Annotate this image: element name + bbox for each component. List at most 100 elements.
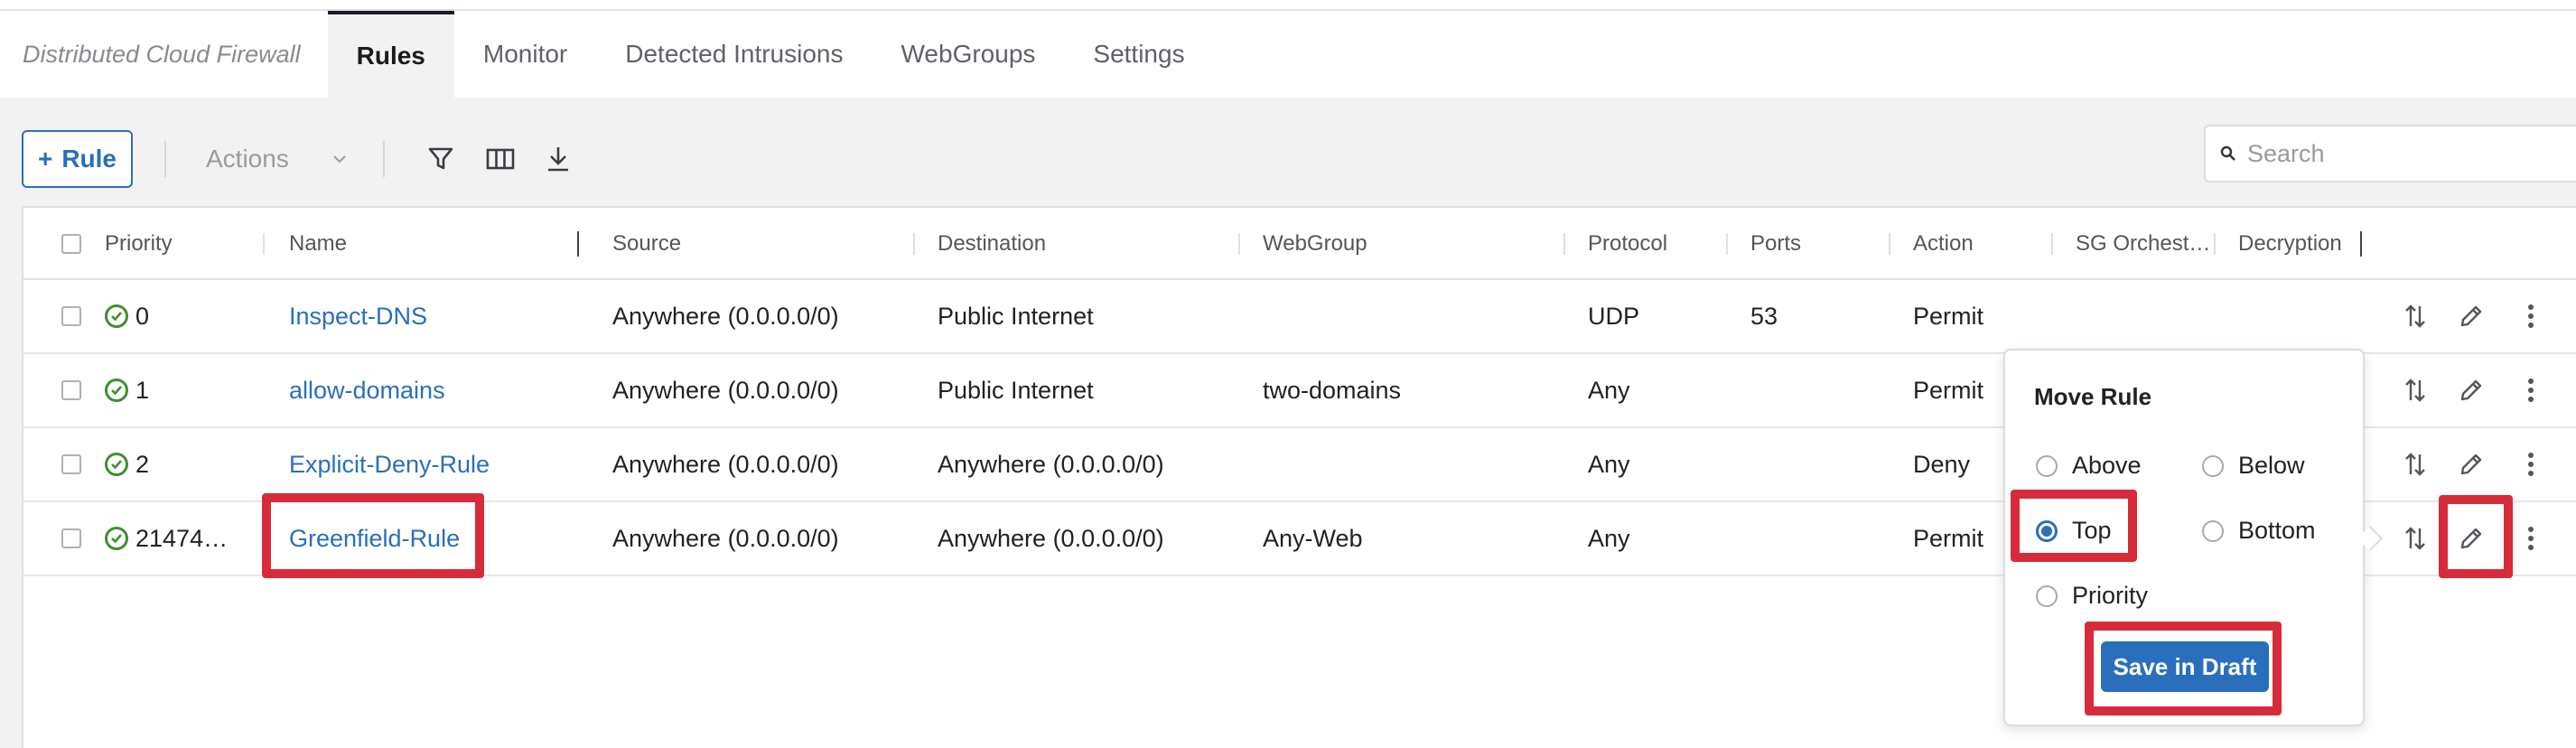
action-cell: Permit: [1913, 302, 1984, 330]
move-rule-icon[interactable]: [2397, 446, 2433, 482]
download-icon[interactable]: [540, 141, 576, 177]
column-header-webgroup[interactable]: WebGroup: [1263, 208, 1367, 280]
action-cell: Deny: [1913, 450, 1971, 478]
column-divider: [263, 233, 265, 255]
search-box[interactable]: [2204, 125, 2576, 182]
move-rule-title: Move Rule: [2034, 383, 2152, 410]
destination-cell: Public Internet: [938, 302, 1094, 330]
webgroup-cell: two-domains: [1263, 376, 1402, 404]
tab-webgroups[interactable]: WebGroups: [873, 11, 1065, 98]
check-circle-icon: [105, 379, 128, 402]
plus-icon: +: [37, 145, 53, 173]
column-header-priority[interactable]: Priority: [105, 208, 173, 280]
column-divider: [2051, 233, 2053, 255]
check-circle-icon: [105, 527, 128, 550]
destination-cell: Anywhere (0.0.0.0/0): [938, 450, 1164, 478]
rule-name-link[interactable]: allow-domains: [289, 354, 445, 426]
move-above-radio[interactable]: Above: [2036, 452, 2142, 480]
more-options-icon[interactable]: [2513, 298, 2549, 334]
search-icon: [2220, 145, 2235, 161]
more-options-icon[interactable]: [2513, 372, 2549, 408]
actions-label: Actions: [206, 145, 289, 173]
check-circle-icon: [105, 453, 128, 476]
tab-monitor[interactable]: Monitor: [454, 11, 596, 98]
move-rule-icon[interactable]: [2397, 298, 2433, 334]
webgroup-cell: Any-Web: [1263, 524, 1363, 552]
column-divider: [1563, 233, 1565, 255]
column-header-action[interactable]: Action: [1913, 208, 1974, 280]
move-rule-popover: Move Rule Above Below Top Bottom Priorit…: [2003, 349, 2384, 726]
chevron-down-icon: [333, 155, 346, 164]
more-options-icon[interactable]: [2513, 520, 2549, 556]
protocol-cell: Any: [1588, 450, 1630, 478]
toolbar-divider: [164, 141, 166, 177]
add-rule-label: Rule: [61, 145, 117, 173]
protocol-cell: Any: [1588, 524, 1630, 552]
toolbar-divider: [383, 141, 385, 177]
tab-detected-intrusions[interactable]: Detected Intrusions: [596, 11, 872, 98]
source-cell: Anywhere (0.0.0.0/0): [612, 376, 839, 404]
column-header-name[interactable]: Name: [289, 208, 347, 280]
column-divider: [1238, 233, 1240, 255]
search-input[interactable]: [2247, 139, 2545, 168]
app-breadcrumb: Distributed Cloud Firewall: [23, 40, 301, 68]
row-checkbox[interactable]: [61, 502, 81, 575]
edit-pencil-icon[interactable]: [2453, 520, 2489, 556]
top-border: [0, 0, 2576, 11]
check-circle-icon: [105, 304, 128, 328]
column-header-protocol[interactable]: Protocol: [1588, 208, 1667, 280]
row-checkbox[interactable]: [61, 280, 81, 352]
destination-cell: Anywhere (0.0.0.0/0): [938, 524, 1164, 552]
tab-settings[interactable]: Settings: [1064, 11, 1213, 98]
destination-cell: Public Internet: [938, 376, 1094, 404]
row-checkbox[interactable]: [61, 428, 81, 500]
more-options-icon[interactable]: [2513, 446, 2549, 482]
action-cell: Permit: [1913, 524, 1984, 552]
columns-icon[interactable]: [482, 141, 518, 177]
column-header-destination[interactable]: Destination: [938, 208, 1046, 280]
rule-name-link[interactable]: Greenfield-Rule: [289, 502, 460, 575]
table-header: Priority Name Source Destination WebGrou…: [23, 208, 2576, 280]
tab-rules[interactable]: Rules: [327, 11, 454, 98]
move-bottom-radio[interactable]: Bottom: [2202, 517, 2316, 545]
move-below-radio[interactable]: Below: [2202, 452, 2305, 480]
move-priority-radio[interactable]: Priority: [2036, 582, 2148, 610]
move-rule-icon[interactable]: [2397, 520, 2433, 556]
edit-pencil-icon[interactable]: [2453, 446, 2489, 482]
edit-pencil-icon[interactable]: [2453, 372, 2489, 408]
priority-cell: 21474…: [105, 502, 228, 575]
rule-name-link[interactable]: Inspect-DNS: [289, 280, 427, 352]
column-resize-handle[interactable]: [2360, 231, 2362, 257]
column-header-decryption[interactable]: Decryption: [2238, 208, 2342, 280]
priority-cell: 1: [105, 354, 149, 426]
move-top-radio[interactable]: Top: [2036, 517, 2112, 545]
column-divider: [1726, 233, 1728, 255]
column-divider: [913, 233, 915, 255]
actions-dropdown[interactable]: Actions: [191, 130, 361, 188]
source-cell: Anywhere (0.0.0.0/0): [612, 450, 839, 478]
priority-cell: 0: [105, 280, 149, 352]
move-rule-icon[interactable]: [2397, 372, 2433, 408]
tab-bar: Distributed Cloud Firewall Rules Monitor…: [0, 11, 2576, 98]
toolbar: + Rule Actions: [0, 98, 2576, 206]
action-cell: Permit: [1913, 376, 1984, 404]
row-checkbox[interactable]: [61, 354, 81, 426]
source-cell: Anywhere (0.0.0.0/0): [612, 302, 839, 330]
column-divider: [1889, 233, 1890, 255]
edit-pencil-icon[interactable]: [2453, 298, 2489, 334]
select-all-checkbox[interactable]: [61, 208, 81, 280]
protocol-cell: Any: [1588, 376, 1630, 404]
column-header-sg-orchestration[interactable]: SG Orchest…: [2076, 208, 2210, 280]
save-in-draft-button[interactable]: Save in Draft: [2101, 641, 2269, 692]
column-header-source[interactable]: Source: [612, 208, 681, 280]
table-row[interactable]: 0 Inspect-DNS Anywhere (0.0.0.0/0) Publi…: [23, 280, 2576, 354]
protocol-cell: UDP: [1588, 302, 1640, 330]
add-rule-button[interactable]: + Rule: [22, 130, 133, 188]
rule-name-link[interactable]: Explicit-Deny-Rule: [289, 428, 490, 500]
column-resize-handle[interactable]: [577, 231, 579, 257]
column-header-ports[interactable]: Ports: [1750, 208, 1801, 280]
filter-icon[interactable]: [423, 141, 459, 177]
priority-cell: 2: [105, 428, 149, 500]
column-divider: [2214, 233, 2216, 255]
ports-cell: 53: [1750, 302, 1778, 330]
